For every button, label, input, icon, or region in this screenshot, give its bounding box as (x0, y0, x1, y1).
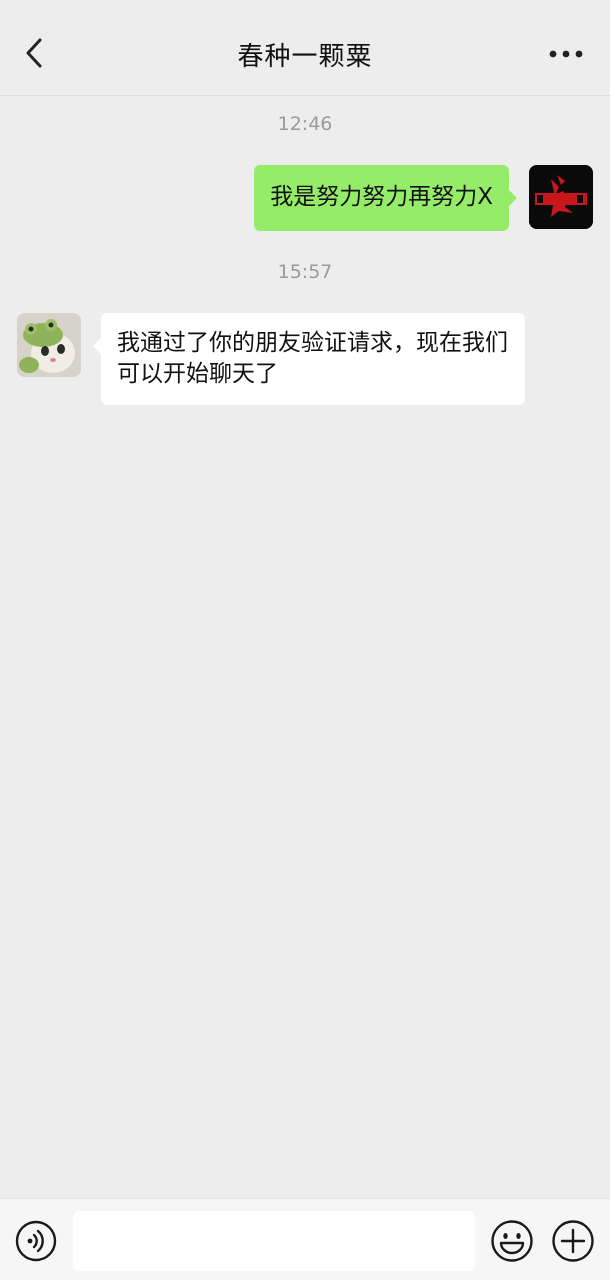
voice-button[interactable] (15, 1220, 57, 1262)
contact-avatar-image (17, 313, 81, 377)
more-functions-button[interactable] (551, 1219, 595, 1263)
chat-screen: 春种一颗粟 12:46 我是努力努力再努力X 15:57 我通过了你的朋友验证请… (0, 0, 610, 1280)
my-message-bubble[interactable]: 我是努力努力再努力X (254, 165, 517, 231)
input-bar (0, 1198, 610, 1280)
emoji-button[interactable] (490, 1219, 534, 1263)
my-avatar-image (529, 165, 593, 229)
message-input[interactable] (73, 1211, 475, 1271)
chat-title: 春种一颗粟 (237, 42, 373, 72)
more-button[interactable] (540, 36, 592, 72)
contact-avatar[interactable] (17, 313, 81, 377)
message-list[interactable]: 12:46 我是努力努力再努力X 15:57 我通过了你的朋友验证请求，现在我们… (0, 97, 610, 1197)
emoji-icon (491, 1220, 533, 1262)
timestamp: 15:57 (277, 261, 333, 283)
my-avatar[interactable] (529, 165, 593, 229)
voice-icon (15, 1220, 57, 1262)
contact-message-bubble[interactable]: 我通过了你的朋友验证请求，现在我们可以开始聊天了 (93, 313, 525, 405)
plus-icon (552, 1220, 594, 1262)
chat-header: 春种一颗粟 (0, 0, 610, 96)
timestamp: 12:46 (277, 113, 333, 135)
more-dots-icon (549, 50, 583, 58)
